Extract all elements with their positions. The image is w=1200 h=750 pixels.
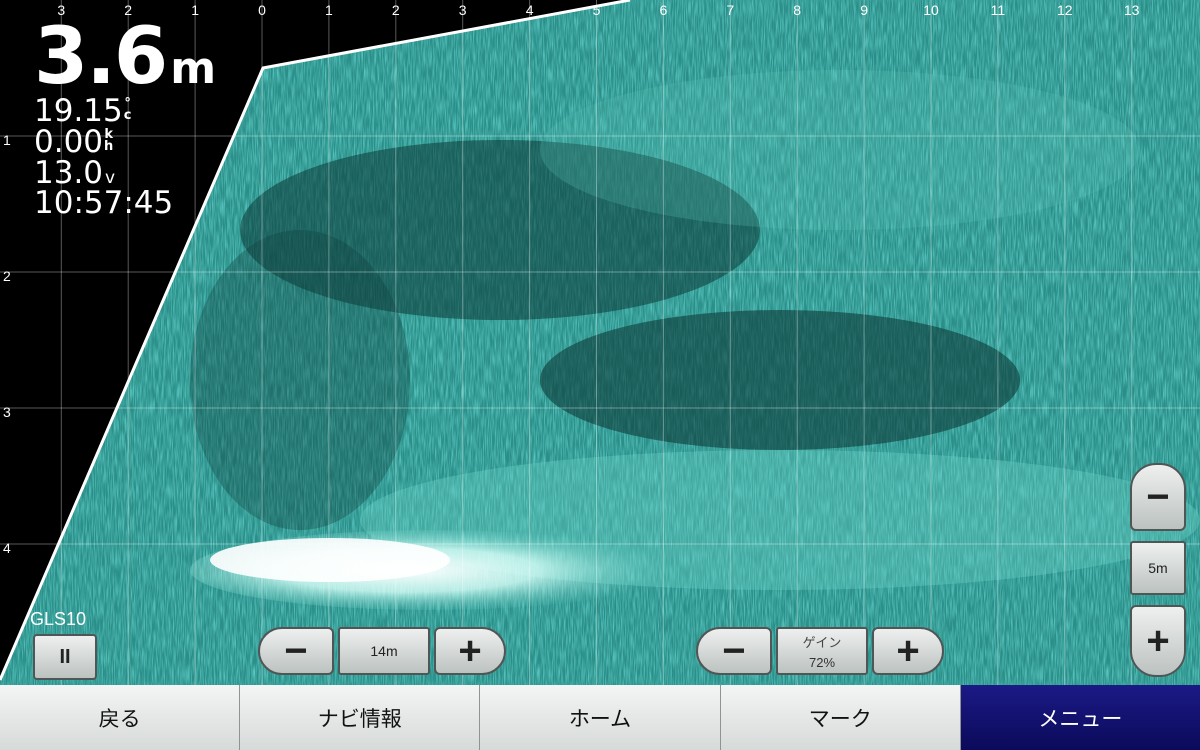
back-button[interactable]: 戻る	[0, 685, 241, 750]
zoom-plus-button[interactable]: +	[1130, 605, 1186, 677]
plus-icon: +	[458, 629, 482, 673]
depth-unit: m	[170, 43, 216, 94]
pause-button[interactable]: II	[33, 634, 97, 680]
minus-icon: −	[284, 629, 308, 673]
x-tick-label: 12	[1057, 2, 1073, 18]
range-minus-button[interactable]: −	[258, 627, 334, 675]
home-button[interactable]: ホーム	[480, 685, 721, 750]
y-tick-label: 2	[3, 268, 11, 284]
plus-icon: +	[1146, 618, 1170, 663]
sonar-display[interactable]	[0, 0, 1200, 685]
x-tick-label: 4	[525, 2, 534, 18]
temperature-readout: 19.15 ° c	[34, 96, 131, 127]
x-tick-label: 13	[1123, 2, 1140, 18]
minus-icon: −	[722, 629, 746, 673]
speed-unit: kh	[104, 127, 114, 154]
range-value-display[interactable]: 14m	[338, 627, 430, 675]
x-tick-label: 3	[458, 2, 467, 18]
y-tick-label: 3	[3, 404, 11, 420]
gain-minus-button[interactable]: −	[696, 627, 772, 675]
zoom-value-display[interactable]: 5m	[1130, 541, 1186, 595]
range-plus-button[interactable]: +	[434, 627, 506, 675]
clock-readout: 10:57:45	[34, 185, 174, 221]
x-tick-label: 10	[923, 2, 939, 18]
x-tick-label: 7	[726, 2, 735, 18]
x-tick-label: 0	[258, 2, 266, 18]
bottom-navigation: 戻る ナビ情報 ホーム マーク メニュー	[0, 685, 1200, 750]
menu-button[interactable]: メニュー	[960, 685, 1200, 750]
x-tick-label: 9	[860, 2, 868, 18]
gain-display[interactable]: ゲイン 72%	[776, 627, 868, 675]
navi-info-button[interactable]: ナビ情報	[240, 685, 481, 750]
x-tick-label: 11	[990, 2, 1006, 18]
x-tick-label: 6	[659, 2, 668, 18]
gain-plus-button[interactable]: +	[872, 627, 944, 675]
gain-value: 72%	[808, 655, 836, 670]
x-tick-label: 2	[391, 2, 400, 18]
speed-readout: 0.00k h	[34, 127, 113, 158]
y-tick-label: 4	[3, 540, 11, 556]
x-tick-label: 8	[793, 2, 802, 18]
temperature-unit: ° c	[123, 96, 132, 123]
pause-icon: II	[59, 645, 71, 668]
x-tick-label: 1	[191, 2, 199, 18]
x-tick-label: 5	[592, 2, 601, 18]
y-tick-label: 1	[3, 132, 11, 148]
minus-icon: −	[1146, 474, 1170, 519]
x-tick-label: 1	[324, 2, 333, 18]
plus-icon: +	[896, 629, 920, 673]
gain-label: ゲイン	[802, 635, 842, 650]
depth-readout: 3.6m	[34, 18, 216, 96]
depth-value: 3.6	[34, 12, 168, 102]
zoom-minus-button[interactable]: −	[1130, 463, 1186, 531]
sensor-label: GLS10	[30, 609, 87, 629]
mark-button[interactable]: マーク	[720, 685, 961, 750]
